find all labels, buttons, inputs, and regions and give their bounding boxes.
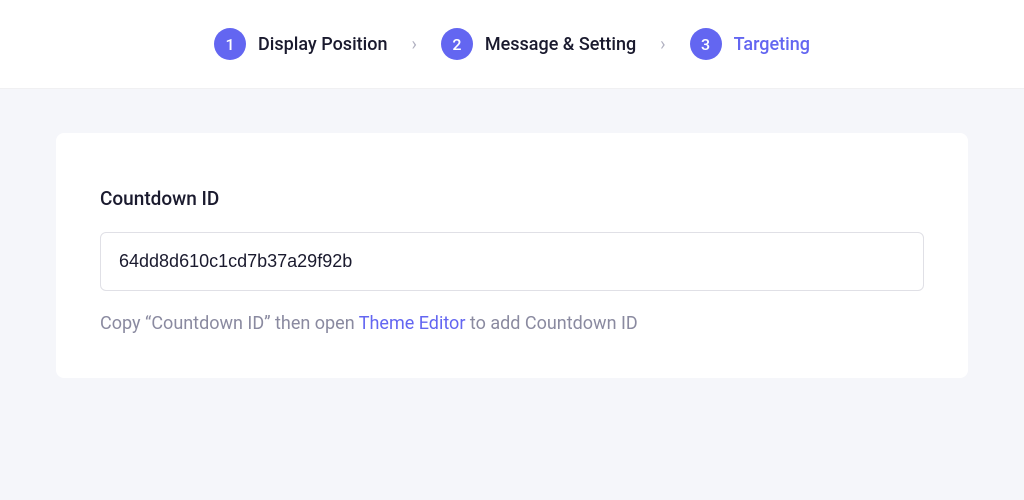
step-display-position[interactable]: 1 Display Position [214,28,387,60]
step-label: Message & Setting [485,34,636,55]
step-badge: 1 [214,28,246,60]
helper-prefix: Copy “Countdown ID” then open [100,313,359,334]
step-label: Display Position [258,34,387,55]
helper-suffix: to add Countdown ID [465,313,637,334]
field-label: Countdown ID [100,187,924,210]
step-message-setting[interactable]: 2 Message & Setting [441,28,636,60]
helper-text: Copy “Countdown ID” then open Theme Edit… [100,313,924,334]
main-content: Countdown ID Copy “Countdown ID” then op… [0,89,1024,422]
step-badge: 2 [441,28,473,60]
theme-editor-link[interactable]: Theme Editor [359,313,466,334]
countdown-id-card: Countdown ID Copy “Countdown ID” then op… [56,133,968,378]
chevron-right-icon: › [405,34,422,55]
chevron-right-icon: › [654,34,671,55]
wizard-steps: 1 Display Position › 2 Message & Setting… [0,0,1024,89]
countdown-id-input[interactable] [100,232,924,291]
step-badge: 3 [690,28,722,60]
step-targeting[interactable]: 3 Targeting [690,28,810,60]
step-label: Targeting [734,34,810,55]
